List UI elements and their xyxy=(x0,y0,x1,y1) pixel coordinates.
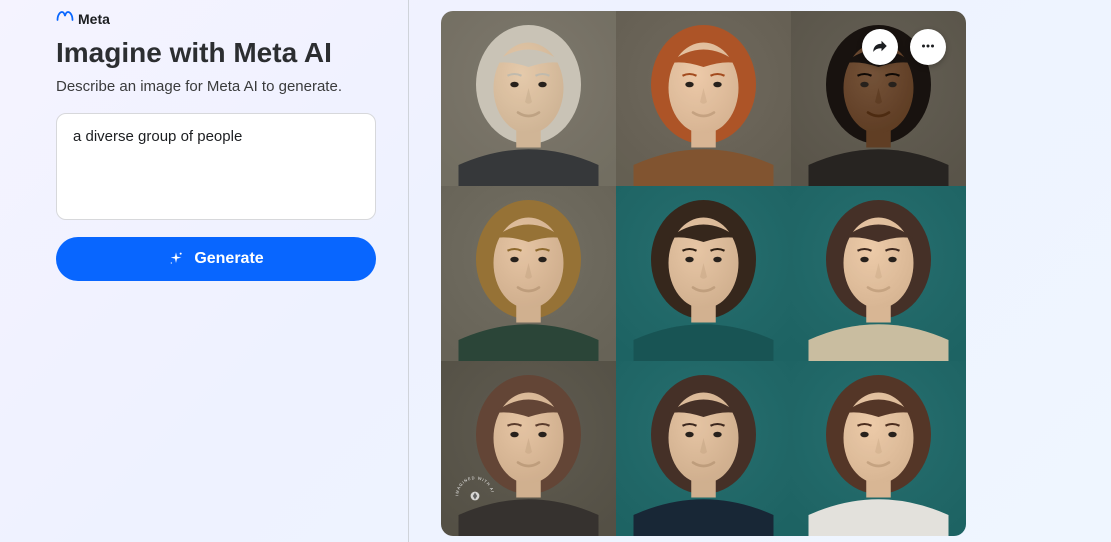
face-cell xyxy=(616,361,791,536)
image-action-buttons xyxy=(862,29,946,65)
left-panel: Meta Imagine with Meta AI Describe an im… xyxy=(0,0,408,542)
generate-button[interactable]: Generate xyxy=(56,237,376,281)
share-button[interactable] xyxy=(862,29,898,65)
face-grid xyxy=(441,11,966,536)
face-cell xyxy=(616,186,791,361)
face-cell xyxy=(791,186,966,361)
face-cell xyxy=(616,11,791,186)
generated-image: IMAGINED WITH AI xyxy=(441,11,966,536)
sparkle-icon xyxy=(168,251,184,267)
face-cell xyxy=(791,361,966,536)
prompt-input[interactable] xyxy=(56,113,376,220)
generate-button-label: Generate xyxy=(194,250,263,268)
more-button[interactable] xyxy=(910,29,946,65)
more-icon xyxy=(919,37,937,58)
right-panel: IMAGINED WITH AI xyxy=(409,0,1111,542)
face-cell xyxy=(441,186,616,361)
ai-watermark: IMAGINED WITH AI xyxy=(453,474,497,518)
meta-logo-icon xyxy=(56,10,74,28)
share-icon xyxy=(871,37,889,58)
page-subtitle: Describe an image for Meta AI to generat… xyxy=(56,78,376,95)
brand-name: Meta xyxy=(78,11,110,27)
brand-row: Meta xyxy=(56,10,376,28)
page-title: Imagine with Meta AI xyxy=(56,36,376,70)
face-cell xyxy=(441,11,616,186)
